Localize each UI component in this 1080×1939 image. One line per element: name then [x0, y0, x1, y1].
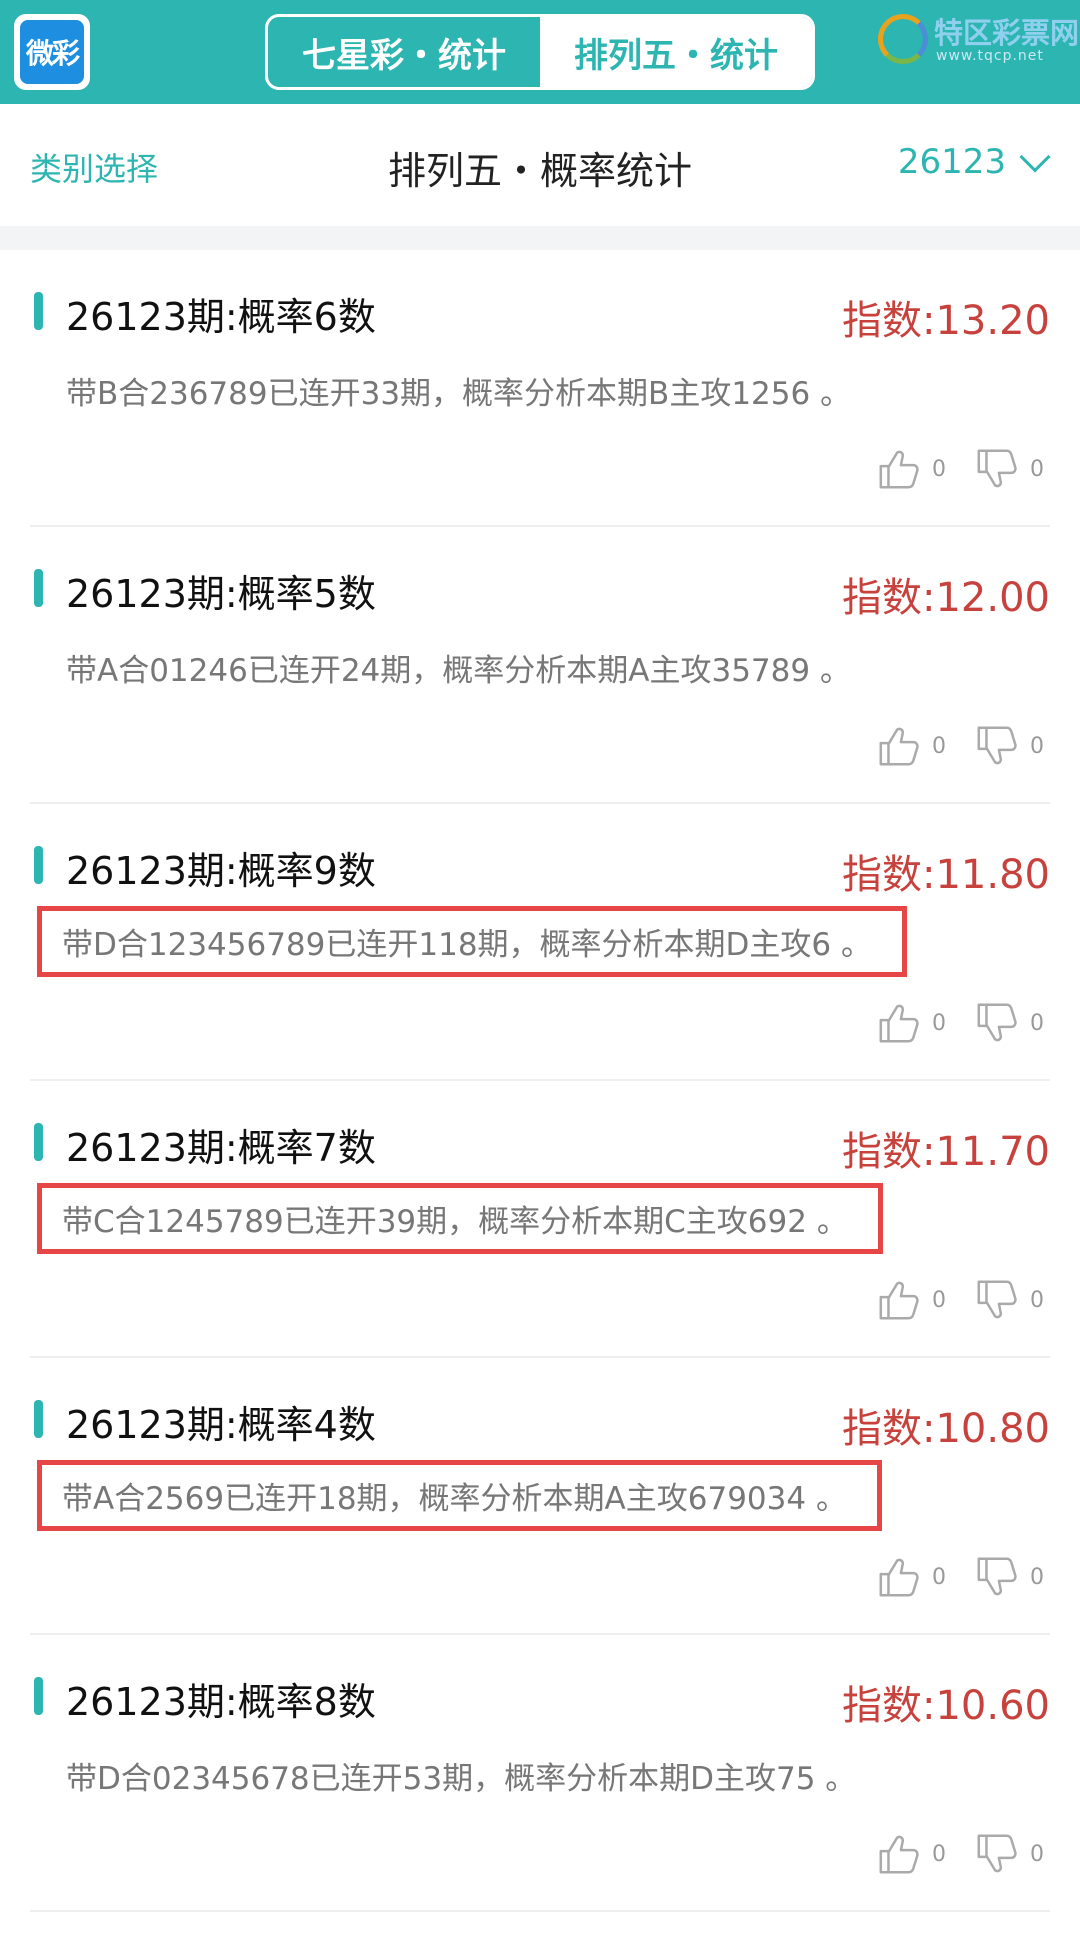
list-item: 26123期:概率8数 指数:10.60 带D合02345678已连开53期，概… [30, 1635, 1050, 1912]
thumbs-up-icon [879, 727, 919, 766]
like-count: 0 [932, 1841, 946, 1867]
item-title: 26123期:概率4数 [66, 1403, 376, 1447]
thumbs-up-icon [879, 1835, 919, 1874]
dislike-count: 0 [1030, 1564, 1044, 1590]
item-index: 指数:11.70 [842, 1129, 1050, 1175]
thumbs-up-icon [879, 1558, 919, 1597]
like-count: 0 [932, 733, 946, 759]
dislike-button[interactable]: 0 [974, 1277, 1044, 1323]
site-watermark: 特区彩票网 www.tqcp.net [878, 10, 1079, 70]
item-index: 指数:11.80 [842, 852, 1050, 898]
thumbs-down-icon [977, 1003, 1017, 1042]
like-button[interactable]: 0 [876, 446, 946, 492]
dislike-button[interactable]: 0 [974, 1000, 1044, 1046]
item-index: 指数:12.00 [842, 575, 1050, 621]
like-count: 0 [932, 456, 946, 482]
dislike-button[interactable]: 0 [974, 446, 1044, 492]
dislike-count: 0 [1030, 1287, 1044, 1313]
thumbs-down-icon [977, 726, 1017, 765]
accent-bar [34, 292, 43, 330]
dislike-count: 0 [1030, 733, 1044, 759]
tab-pailiewu-stats[interactable]: 排列五・统计 [540, 17, 812, 87]
thumbs-down-icon [977, 1557, 1017, 1596]
like-button[interactable]: 0 [876, 1554, 946, 1600]
dislike-count: 0 [1030, 456, 1044, 482]
chevron-down-icon [1019, 141, 1051, 173]
watermark-url: www.tqcp.net [936, 48, 1044, 64]
item-title: 26123期:概率8数 [66, 1680, 376, 1724]
like-button[interactable]: 0 [876, 1000, 946, 1046]
item-index: 指数:10.60 [842, 1683, 1050, 1729]
item-description: 带A合01246已连开24期，概率分析本期A主攻35789 。 [66, 653, 851, 689]
list-item: 26123期:概率5数 指数:12.00 带A合01246已连开24期，概率分析… [30, 527, 1050, 804]
thumbs-down-icon [977, 1834, 1017, 1873]
list-item: 26123期:概率9数 指数:11.80 带D合123456789已连开118期… [30, 804, 1050, 1081]
like-count: 0 [932, 1564, 946, 1590]
item-description: 带A合2569已连开18期，概率分析本期A主攻679034 。 [37, 1460, 882, 1531]
item-index: 指数:10.80 [842, 1406, 1050, 1452]
issue-dropdown[interactable]: 26123 [897, 141, 1051, 182]
section-divider [0, 226, 1080, 250]
app-logo-text: 微彩 [20, 20, 84, 84]
watermark-name: 特区彩票网 [934, 16, 1080, 50]
dislike-button[interactable]: 0 [974, 1831, 1044, 1877]
thumbs-up-icon [879, 1281, 919, 1320]
watermark-logo-icon [878, 14, 928, 64]
sub-header: 类别选择 排列五・概率统计 26123 [0, 104, 1080, 226]
accent-bar [34, 569, 43, 607]
like-count: 0 [932, 1287, 946, 1313]
list-item: 26123期:概率7数 指数:11.70 带C合1245789已连开39期，概率… [30, 1081, 1050, 1358]
item-description: 带D合123456789已连开118期，概率分析本期D主攻6 。 [37, 906, 907, 977]
top-bar: 微彩 七星彩・统计 排列五・统计 特区彩票网 www.tqcp.net [0, 0, 1080, 104]
lottery-tab-switcher: 七星彩・统计 排列五・统计 [265, 14, 815, 90]
like-count: 0 [932, 1010, 946, 1036]
item-description: 带B合236789已连开33期，概率分析本期B主攻1256 。 [66, 376, 852, 412]
thumbs-up-icon [879, 450, 919, 489]
item-description: 带D合02345678已连开53期，概率分析本期D主攻75 。 [66, 1761, 857, 1797]
dislike-button[interactable]: 0 [974, 723, 1044, 769]
vote-bar: 0 0 [876, 723, 1044, 769]
dislike-button[interactable]: 0 [974, 1554, 1044, 1600]
dislike-count: 0 [1030, 1010, 1044, 1036]
item-index: 指数:13.20 [842, 298, 1050, 344]
probability-list: 26123期:概率6数 指数:13.20 带B合236789已连开33期，概率分… [0, 250, 1080, 1912]
item-title: 26123期:概率5数 [66, 572, 376, 616]
vote-bar: 0 0 [876, 446, 1044, 492]
accent-bar [34, 846, 43, 884]
accent-bar [34, 1123, 43, 1161]
like-button[interactable]: 0 [876, 1831, 946, 1877]
vote-bar: 0 0 [876, 1831, 1044, 1877]
dislike-count: 0 [1030, 1841, 1044, 1867]
like-button[interactable]: 0 [876, 723, 946, 769]
item-title: 26123期:概率7数 [66, 1126, 376, 1170]
vote-bar: 0 0 [876, 1277, 1044, 1323]
thumbs-down-icon [977, 449, 1017, 488]
item-description: 带C合1245789已连开39期，概率分析本期C主攻692 。 [37, 1183, 883, 1254]
like-button[interactable]: 0 [876, 1277, 946, 1323]
list-item: 26123期:概率6数 指数:13.20 带B合236789已连开33期，概率分… [30, 250, 1050, 527]
thumbs-down-icon [977, 1280, 1017, 1319]
tab-qixingcai-stats[interactable]: 七星彩・统计 [268, 17, 540, 87]
accent-bar [34, 1400, 43, 1438]
vote-bar: 0 0 [876, 1554, 1044, 1600]
accent-bar [34, 1677, 43, 1715]
list-item: 26123期:概率4数 指数:10.80 带A合2569已连开18期，概率分析本… [30, 1358, 1050, 1635]
vote-bar: 0 0 [876, 1000, 1044, 1046]
issue-number: 26123 [897, 142, 1006, 182]
app-logo[interactable]: 微彩 [14, 14, 90, 90]
item-title: 26123期:概率6数 [66, 295, 376, 339]
item-title: 26123期:概率9数 [66, 849, 376, 893]
thumbs-up-icon [879, 1004, 919, 1043]
